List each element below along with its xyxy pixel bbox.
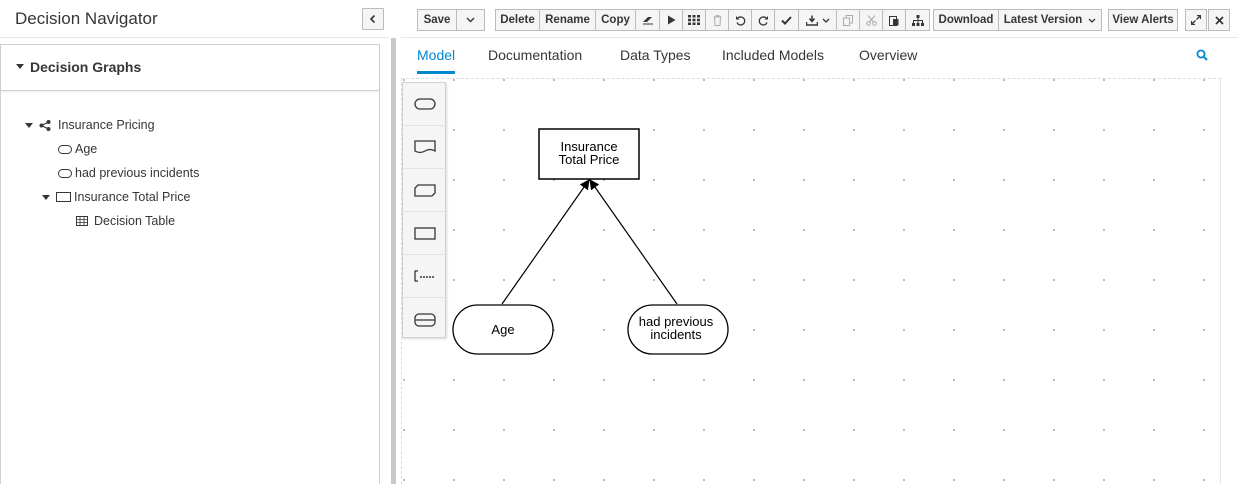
- check-icon: [781, 15, 792, 25]
- panel-title: Decision Graphs: [30, 59, 142, 75]
- decision-node-label: Total Price: [559, 152, 620, 167]
- undo-button[interactable]: [728, 9, 752, 31]
- decision-navigator: Decision Navigator Decision Graphs Insur…: [0, 0, 389, 484]
- tree-item-label: Insurance Total Price: [74, 190, 191, 204]
- chevron-down-icon: [466, 17, 475, 23]
- tab-overview[interactable]: Overview: [859, 47, 917, 74]
- close-button[interactable]: [1208, 9, 1230, 31]
- sitemap-icon: [911, 14, 924, 26]
- export-dropdown[interactable]: [798, 9, 837, 31]
- view-alerts-button[interactable]: View Alerts: [1108, 9, 1178, 31]
- tree-item-age[interactable]: Age: [58, 139, 97, 159]
- splitter-handle[interactable]: [391, 38, 396, 484]
- maximize-button[interactable]: [1185, 9, 1207, 31]
- trash-icon: [713, 14, 721, 26]
- navigator-header: Decision Navigator: [0, 0, 389, 38]
- input-node-label: Age: [491, 322, 514, 337]
- tree-item-label: Age: [75, 142, 98, 156]
- input-node-label: incidents: [650, 327, 702, 342]
- redo-icon: [758, 15, 768, 26]
- tab-data-types[interactable]: Data Types: [620, 47, 691, 74]
- undo-icon: [735, 15, 745, 26]
- save-options-dropdown[interactable]: [456, 9, 485, 31]
- delete-button[interactable]: Delete: [495, 9, 540, 31]
- eraser-icon: [642, 17, 653, 25]
- grid-button[interactable]: [682, 9, 706, 31]
- hierarchy-button[interactable]: [905, 9, 930, 31]
- graph-icon: [39, 119, 51, 131]
- run-button[interactable]: [659, 9, 683, 31]
- input-data-node-age[interactable]: Age: [452, 304, 554, 355]
- decision-node-insurance-total-price[interactable]: Insurance Total Price: [538, 128, 640, 180]
- dmn-diagram: Insurance Total Price Age had previous i…: [452, 128, 729, 355]
- latest-version-label: Latest Version: [1003, 14, 1083, 26]
- copy-button[interactable]: Copy: [595, 9, 636, 31]
- caret-down-icon: [16, 64, 24, 69]
- copy-icon: [843, 14, 853, 26]
- tab-documentation[interactable]: Documentation: [488, 47, 582, 74]
- redo-button[interactable]: [751, 9, 775, 31]
- tree-item-insurance-total-price[interactable]: Insurance Total Price: [42, 187, 191, 207]
- search-icon[interactable]: [1196, 49, 1208, 61]
- tree-item-insurance-pricing[interactable]: Insurance Pricing: [25, 115, 155, 135]
- save-button[interactable]: Save: [417, 9, 457, 31]
- navigator-title: Decision Navigator: [15, 9, 158, 28]
- information-requirement-edge[interactable]: [501, 179, 590, 305]
- caret-down-icon: [25, 122, 33, 128]
- paste-icon: [889, 15, 899, 26]
- scissors-icon: [865, 14, 877, 26]
- tree-item-label: Decision Table: [94, 214, 176, 228]
- rename-button[interactable]: Rename: [539, 9, 596, 31]
- decision-icon: [56, 192, 71, 202]
- editor-toolbar: Save Delete Rename Copy Download Latest …: [401, 0, 1238, 38]
- download-button[interactable]: Download: [933, 9, 999, 31]
- decision-graphs-panel: Decision Graphs: [0, 44, 380, 484]
- input-data-icon: [58, 144, 72, 154]
- tree-item-label: had previous incidents: [75, 166, 200, 180]
- expand-icon: [1191, 15, 1201, 25]
- table-icon: [76, 216, 88, 226]
- paste-button[interactable]: [882, 9, 906, 31]
- information-requirement-edge[interactable]: [589, 179, 678, 305]
- trash-button[interactable]: [705, 9, 729, 31]
- chevron-down-icon: [822, 18, 829, 23]
- editor-tabs: Model Documentation Data Types Included …: [401, 38, 1238, 74]
- input-data-icon: [58, 168, 72, 178]
- caret-down-icon: [42, 194, 50, 200]
- download-icon: [805, 15, 818, 26]
- tab-model[interactable]: Model: [417, 47, 456, 74]
- copy-node-button[interactable]: [836, 9, 860, 31]
- collapse-navigator-button[interactable]: [362, 8, 384, 30]
- close-icon: [1214, 15, 1224, 25]
- app-window: Decision Navigator Decision Graphs Insur…: [0, 0, 1238, 484]
- panel-splitter[interactable]: [389, 38, 397, 484]
- tree-item-decision-table[interactable]: Decision Table: [76, 211, 175, 231]
- chevron-left-icon: [369, 14, 376, 24]
- cut-button[interactable]: [859, 9, 883, 31]
- grid-icon: [688, 15, 700, 25]
- clear-button[interactable]: [635, 9, 660, 31]
- input-data-node-had-previous-incidents[interactable]: had previous incidents: [627, 304, 729, 355]
- tree-item-label: Insurance Pricing: [58, 118, 155, 132]
- validate-button[interactable]: [774, 9, 799, 31]
- chevron-down-icon: [1088, 18, 1096, 23]
- tree-item-had-previous-incidents[interactable]: had previous incidents: [58, 163, 199, 183]
- play-icon: [667, 15, 675, 25]
- decision-graphs-header[interactable]: Decision Graphs: [1, 45, 379, 91]
- latest-version-dropdown[interactable]: Latest Version: [998, 9, 1102, 31]
- tab-included-models[interactable]: Included Models: [722, 47, 824, 74]
